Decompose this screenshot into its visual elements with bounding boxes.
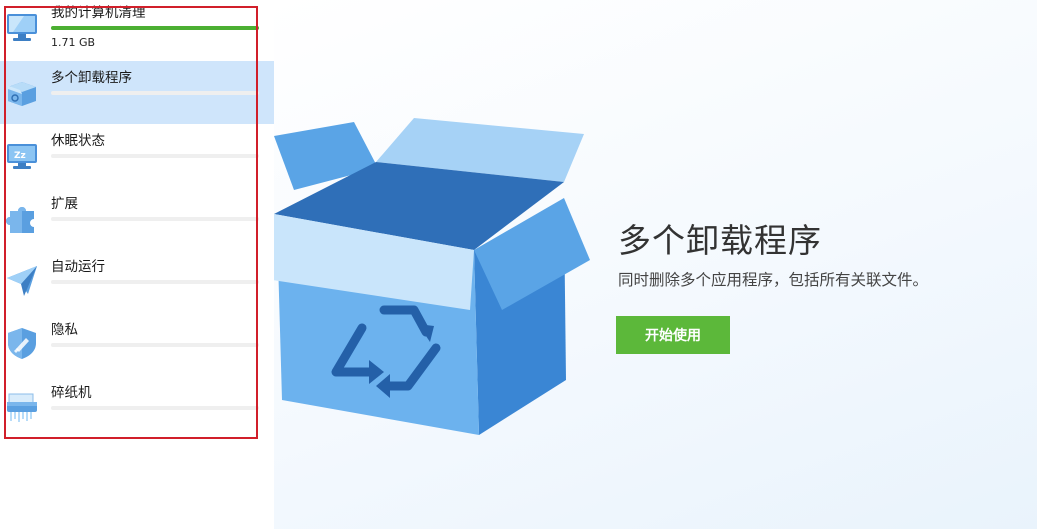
sidebar-item-shredder[interactable]: 碎纸机 [0, 376, 274, 439]
progress-track [51, 154, 259, 158]
page-title: 多个卸载程序 [618, 221, 822, 260]
sidebar-item-label: 我的计算机清理 [51, 5, 146, 21]
progress-track [51, 343, 259, 347]
main-panel: 多个卸载程序 同时删除多个应用程序，包括所有关联文件。 开始使用 [272, 0, 1037, 529]
sidebar-item-hibernation[interactable]: Zz 休眠状态 [0, 124, 274, 187]
progress-track [51, 91, 259, 95]
progress-track [51, 406, 259, 410]
sidebar-item-my-computer-cleanup[interactable]: 我的计算机清理 1.71 GB [0, 0, 274, 59]
sidebar: 我的计算机清理 1.71 GB 多个卸载程序 Zz 休眠状态 扩展 自动运行 隐… [0, 0, 274, 529]
svg-text:Zz: Zz [14, 151, 26, 161]
progress-track [51, 26, 259, 30]
paper-plane-icon [4, 262, 40, 298]
shield-icon [4, 325, 40, 361]
sidebar-item-label: 碎纸机 [51, 385, 92, 401]
recycle-box-icon [272, 110, 594, 440]
start-button[interactable]: 开始使用 [616, 316, 730, 354]
sidebar-item-multi-uninstaller[interactable]: 多个卸载程序 [0, 61, 274, 124]
progress-track [51, 280, 259, 284]
puzzle-icon [4, 199, 40, 235]
feature-description: 同时删除多个应用程序，包括所有关联文件。 [618, 271, 929, 289]
progress-track [51, 217, 259, 221]
sleep-monitor-icon: Zz [4, 136, 40, 172]
progress-fill [51, 26, 259, 30]
size-value: 1.71 GB [51, 36, 96, 49]
computer-icon [4, 8, 40, 44]
sidebar-item-extensions[interactable]: 扩展 [0, 187, 274, 250]
sidebar-item-label: 隐私 [51, 322, 78, 338]
sidebar-item-label: 自动运行 [51, 259, 105, 275]
sidebar-item-label: 休眠状态 [51, 133, 105, 149]
sidebar-item-privacy[interactable]: 隐私 [0, 313, 274, 376]
shredder-icon [4, 388, 40, 424]
box-icon [4, 73, 40, 109]
sidebar-item-autorun[interactable]: 自动运行 [0, 250, 274, 313]
sidebar-item-label: 扩展 [51, 196, 78, 212]
sidebar-item-label: 多个卸载程序 [51, 70, 132, 86]
